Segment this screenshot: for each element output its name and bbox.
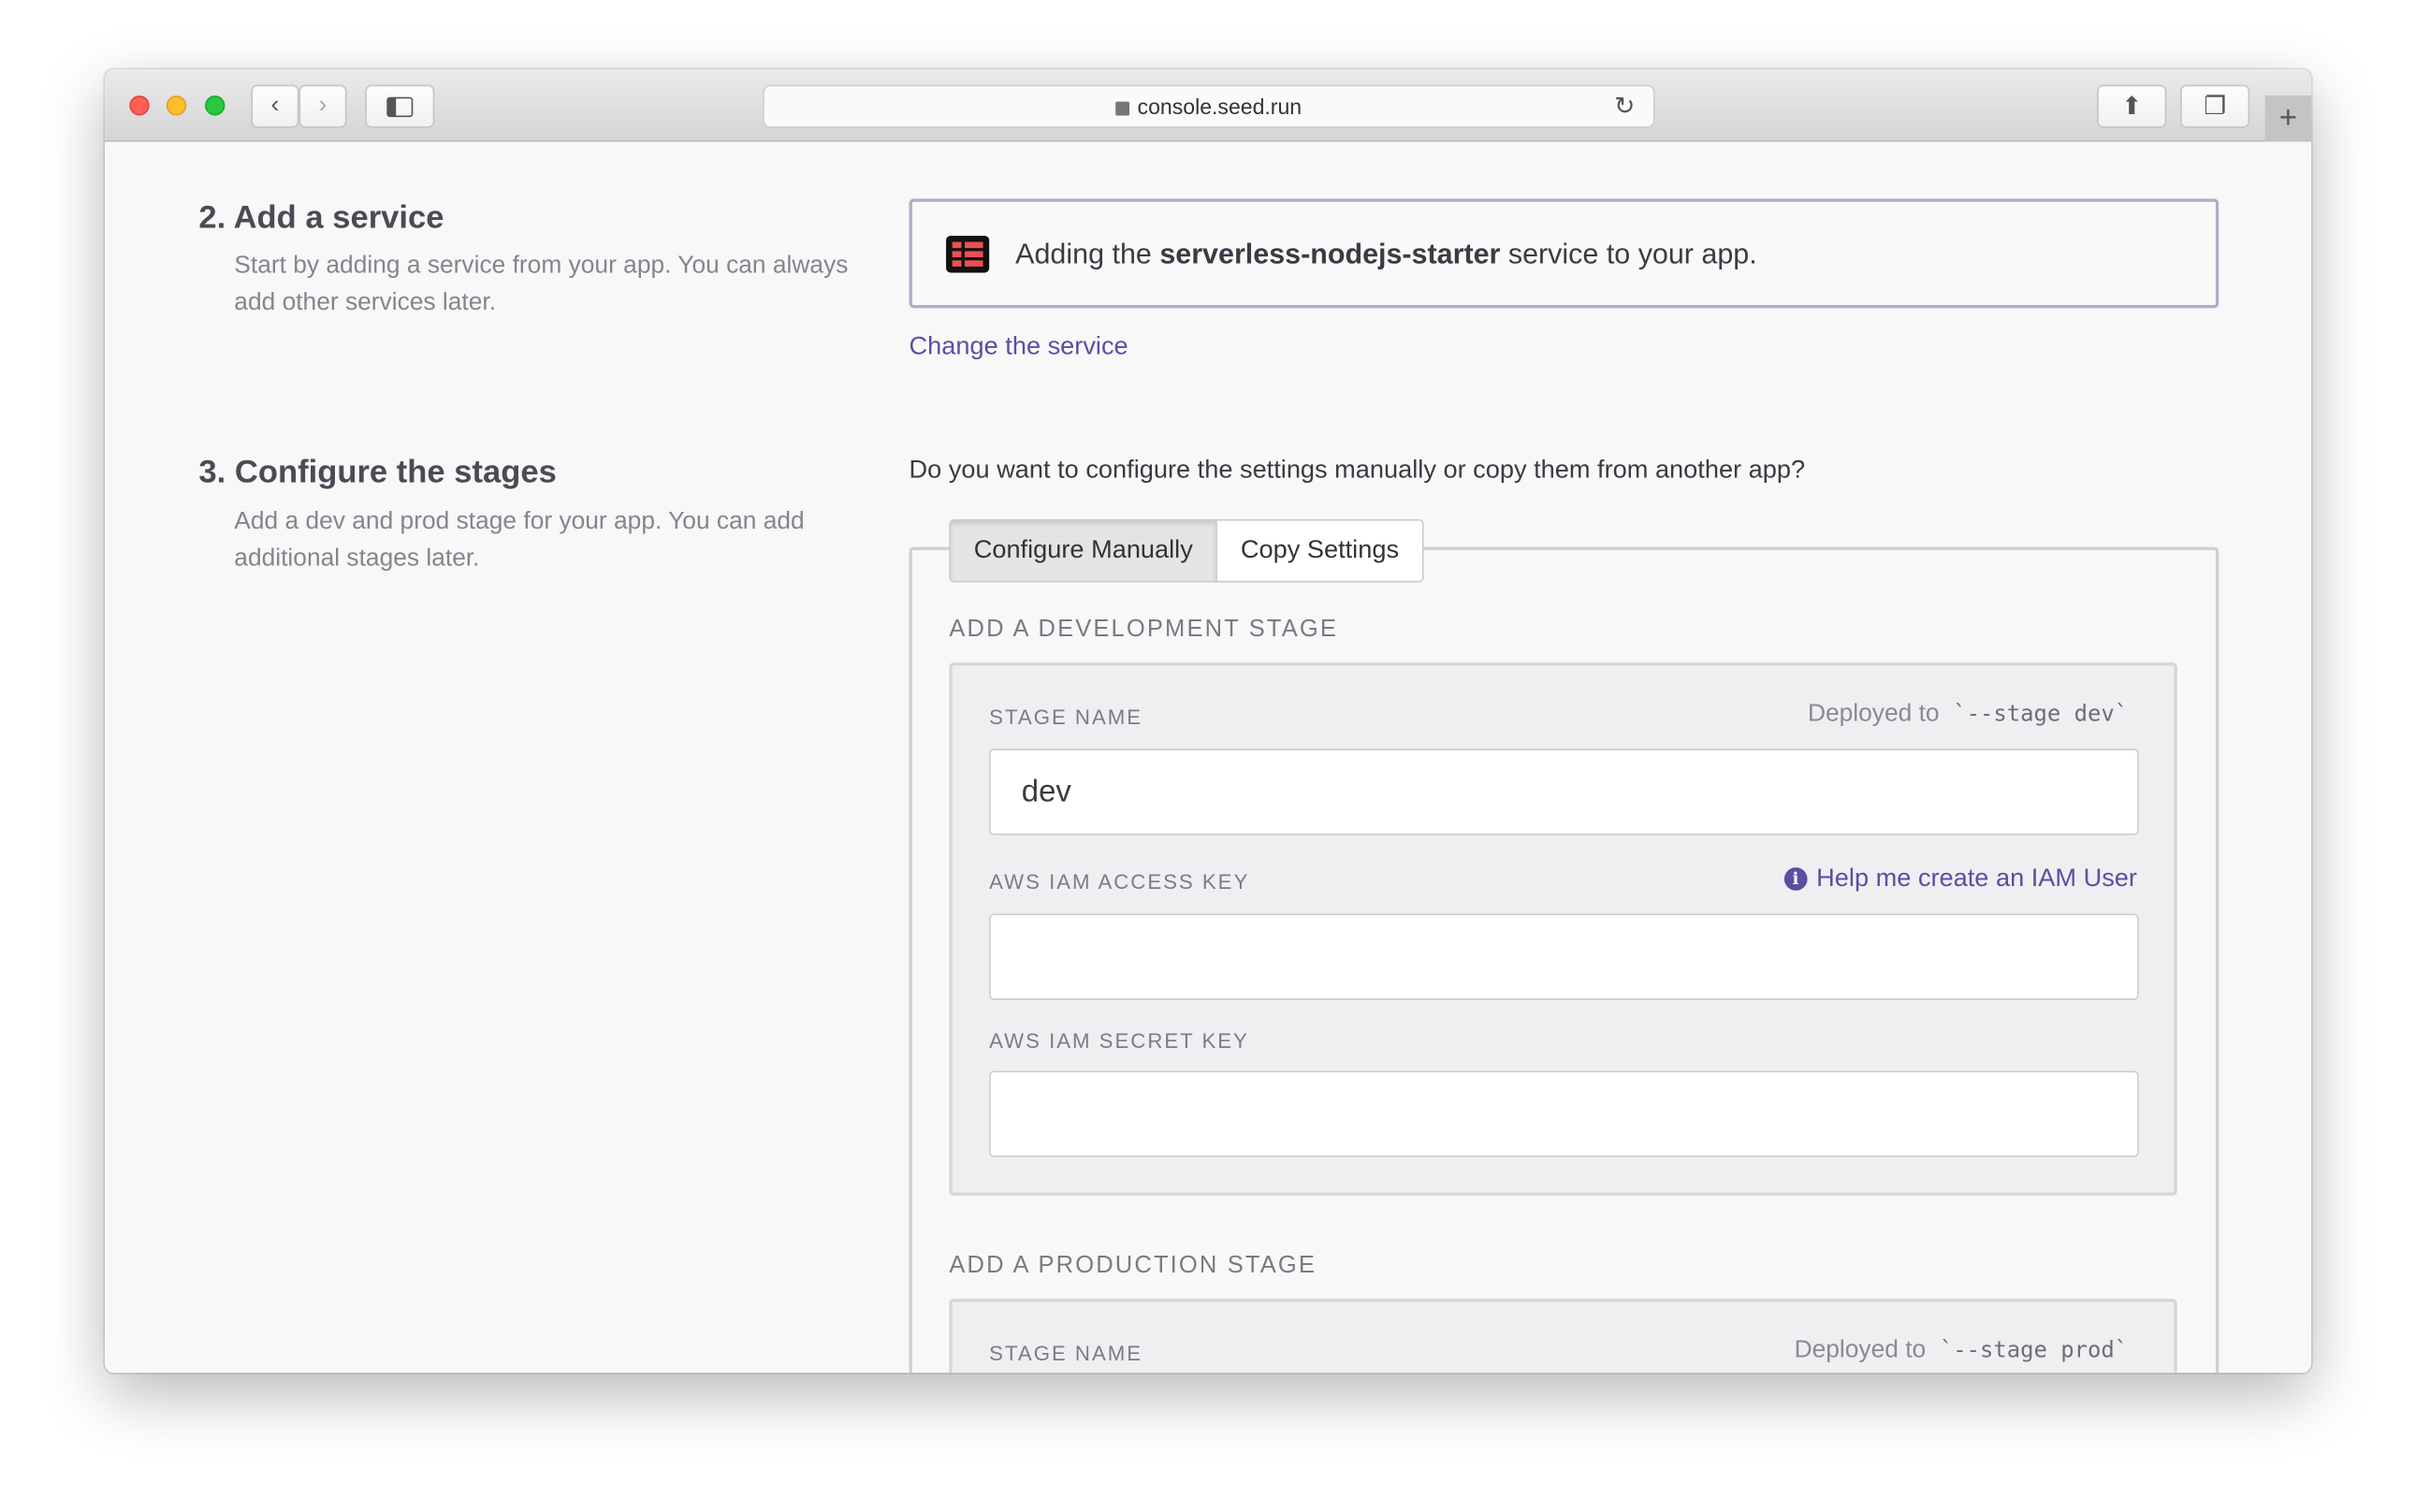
service-logo-icon bbox=[946, 235, 990, 272]
deployed-code: `--stage prod` bbox=[1939, 1338, 2129, 1364]
sidebar-button[interactable] bbox=[365, 84, 435, 128]
minimize-window-button[interactable] bbox=[166, 95, 187, 116]
configure-tabs: Configure Manually Copy Settings bbox=[949, 518, 1424, 583]
dev-secret-key-label: AWS IAM SECRET KEY bbox=[989, 1028, 1249, 1053]
notice-prefix: Adding the bbox=[1015, 236, 1160, 269]
forward-button[interactable]: › bbox=[298, 84, 347, 128]
change-service-link[interactable]: Change the service bbox=[910, 333, 1128, 362]
browser-toolbar: ‹ › console.seed.run ↻ ⬆ ❐ + bbox=[104, 69, 2312, 142]
show-tabs-button[interactable]: ❐ bbox=[2180, 84, 2250, 128]
tabs-icon: ❐ bbox=[2204, 94, 2226, 121]
prod-stage-heading: ADD A PRODUCTION STAGE bbox=[949, 1252, 1317, 1279]
reload-icon[interactable]: ↻ bbox=[1614, 91, 1635, 122]
dev-access-key-label: AWS IAM ACCESS KEY bbox=[989, 870, 1250, 894]
step3-description: Add a dev and prod stage for your app. Y… bbox=[234, 508, 805, 572]
share-icon: ⬆ bbox=[2121, 94, 2143, 121]
configure-question: Do you want to configure the settings ma… bbox=[909, 456, 1806, 485]
notice-suffix: service to your app. bbox=[1500, 236, 1757, 269]
address-bar[interactable]: console.seed.run ↻ bbox=[763, 84, 1655, 128]
maximize-window-button[interactable] bbox=[205, 95, 226, 116]
dev-deployed-to: Deployed to `--stage dev` bbox=[1808, 701, 2128, 729]
back-icon: ‹ bbox=[270, 92, 280, 119]
prod-stage-form: STAGE NAME Deployed to `--stage prod` bbox=[949, 1299, 2177, 1374]
prod-deployed-to: Deployed to `--stage prod` bbox=[1795, 1337, 2129, 1365]
prod-stage-name-label: STAGE NAME bbox=[989, 1342, 1143, 1365]
new-tab-button[interactable]: + bbox=[2264, 95, 2312, 142]
tab-configure-manually[interactable]: Configure Manually bbox=[951, 520, 1218, 581]
back-button[interactable]: ‹ bbox=[251, 84, 299, 128]
dev-stage-name-input[interactable]: dev bbox=[989, 749, 2139, 836]
service-name: serverless-nodejs-starter bbox=[1159, 236, 1501, 269]
share-button[interactable]: ⬆ bbox=[2097, 84, 2167, 128]
step2-description: Start by adding a service from your app.… bbox=[234, 253, 849, 316]
dev-secret-key-input[interactable] bbox=[989, 1070, 2139, 1157]
dev-access-key-input[interactable] bbox=[989, 913, 2139, 1000]
browser-window: ‹ › console.seed.run ↻ ⬆ ❐ + 2. Add a se… bbox=[104, 69, 2312, 1374]
help-link-text: Help me create an IAM User bbox=[1816, 864, 2137, 893]
url-text: console.seed.run bbox=[1137, 94, 1303, 119]
info-icon: i bbox=[1783, 867, 1808, 891]
service-notice: Adding the serverless-nodejs-starter ser… bbox=[909, 198, 2220, 309]
tab-copy-settings[interactable]: Copy Settings bbox=[1217, 520, 1422, 581]
lock-icon bbox=[1115, 101, 1130, 116]
sidebar-icon bbox=[386, 95, 414, 117]
step3-title: 3. Configure the stages bbox=[198, 454, 557, 490]
page-content: 2. Add a service Start by adding a servi… bbox=[105, 141, 2311, 1374]
forward-icon: › bbox=[318, 92, 327, 119]
dev-stage-form: STAGE NAME Deployed to `--stage dev` dev… bbox=[949, 662, 2177, 1196]
dev-stage-heading: ADD A DEVELOPMENT STAGE bbox=[949, 616, 1339, 643]
close-window-button[interactable] bbox=[129, 95, 150, 116]
deployed-prefix: Deployed to bbox=[1807, 701, 1940, 728]
deployed-code: `--stage dev` bbox=[1953, 702, 2129, 728]
dev-stage-name-label: STAGE NAME bbox=[989, 705, 1143, 729]
new-tab-icon: + bbox=[2278, 100, 2297, 136]
help-create-iam-user-link[interactable]: i Help me create an IAM User bbox=[1783, 864, 2137, 894]
step2-title: 2. Add a service bbox=[198, 200, 444, 236]
deployed-prefix: Deployed to bbox=[1794, 1337, 1927, 1364]
